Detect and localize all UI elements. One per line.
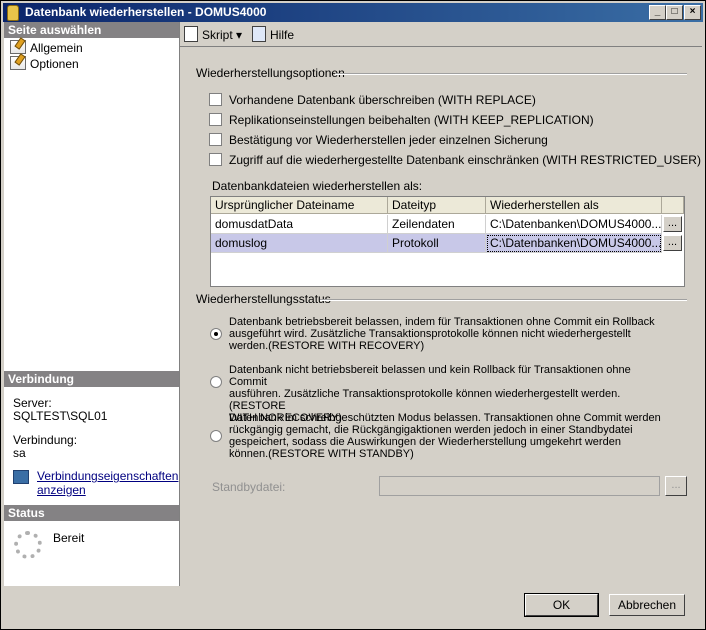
group-divider <box>335 73 687 75</box>
column-header-browse <box>662 197 684 214</box>
left-panel: Seite auswählen Allgemein Optionen Verbi… <box>4 22 180 586</box>
toolbar-separator <box>180 46 702 47</box>
checkbox-keep-replication[interactable] <box>209 113 222 126</box>
radio-label: Datenbank im schreibgeschützten Modus be… <box>229 412 661 460</box>
nav-item-options[interactable]: Optionen <box>10 56 79 72</box>
cell-file-type[interactable]: Protokoll <box>388 234 486 253</box>
browse-button[interactable]: ... <box>663 235 682 251</box>
recovery-state-title: Wiederherstellungsstatus <box>196 292 331 306</box>
server-value: SQLTEST\SQL01 <box>13 409 108 423</box>
checkbox-confirm-each-backup[interactable] <box>209 133 222 146</box>
radio-label: Datenbank betriebsbereit belassen, indem… <box>229 316 655 352</box>
browse-button[interactable]: ... <box>663 216 682 232</box>
select-page-header: Seite auswählen <box>4 22 179 38</box>
cell-restore-path[interactable]: C:\Datenbanken\DOMUS4000.... <box>486 234 662 253</box>
cell-file-name[interactable]: domusdatData <box>211 215 388 234</box>
connection-header: Verbindung <box>4 371 179 387</box>
files-grid: Ursprünglicher Dateiname Dateityp Wieder… <box>210 196 685 287</box>
radio-restore-with-recovery[interactable] <box>210 328 222 340</box>
radio-restore-with-standby[interactable] <box>210 430 222 442</box>
close-button[interactable]: × <box>684 5 701 20</box>
checkbox-restricted-user[interactable] <box>209 153 222 166</box>
maximize-button[interactable]: □ <box>666 5 683 20</box>
help-icon <box>252 26 266 42</box>
database-icon <box>7 5 19 21</box>
checkbox-label: Replikationseinstellungen beibehalten (W… <box>229 113 594 127</box>
group-divider <box>320 299 687 301</box>
properties-page-icon <box>10 56 26 70</box>
column-header-restore-as[interactable]: Wiederherstellen als <box>486 197 662 214</box>
cell-restore-path[interactable]: C:\Datenbanken\DOMUS4000.... <box>486 215 662 234</box>
checkbox-label: Bestätigung vor Wiederherstellen jeder e… <box>229 133 548 147</box>
column-header-file-type[interactable]: Dateityp <box>388 197 486 214</box>
minimize-button[interactable]: _ <box>649 5 666 20</box>
properties-page-icon <box>10 40 26 54</box>
connection-properties-icon <box>13 470 29 484</box>
title-bar: Datenbank wiederherstellen - DOMUS4000 _… <box>3 3 703 22</box>
checkbox-with-replace[interactable] <box>209 93 222 106</box>
connection-properties-link[interactable]: Verbindungseigenschaften anzeigen <box>37 469 178 497</box>
radio-restore-with-norecovery[interactable] <box>210 376 222 388</box>
cell-file-name[interactable]: domuslog <box>211 234 388 253</box>
progress-spinner-icon <box>14 531 42 559</box>
help-button[interactable]: Hilfe <box>252 26 294 43</box>
column-header-original-name[interactable]: Ursprünglicher Dateiname <box>211 197 388 214</box>
toolbar: Skript ▾ Hilfe <box>180 22 702 46</box>
connection-value: sa <box>13 446 26 460</box>
window-title: Datenbank wiederherstellen - DOMUS4000 <box>25 5 267 19</box>
checkbox-label: Vorhandene Datenbank überschreiben (WITH… <box>229 93 536 107</box>
status-value: Bereit <box>53 531 85 545</box>
restore-options-title: Wiederherstellungsoptionen <box>196 66 345 80</box>
standby-file-input[interactable] <box>379 476 660 496</box>
files-label: Datenbankdateien wiederherstellen als: <box>212 179 423 193</box>
cell-file-type[interactable]: Zeilendaten <box>388 215 486 234</box>
chevron-down-icon[interactable]: ▾ <box>236 28 242 42</box>
script-icon <box>184 26 198 42</box>
script-button[interactable]: Skript ▾ <box>184 26 242 43</box>
server-label: Server: <box>13 396 52 410</box>
status-header: Status <box>4 505 179 521</box>
ok-button[interactable]: OK <box>524 593 599 617</box>
connection-label: Verbindung: <box>13 433 78 447</box>
standby-browse-button[interactable]: ... <box>665 476 687 496</box>
checkbox-label: Zugriff auf die wiederhergestellte Daten… <box>229 153 701 167</box>
standby-file-label: Standbydatei: <box>212 480 286 494</box>
cancel-button[interactable]: Abbrechen <box>609 594 685 616</box>
